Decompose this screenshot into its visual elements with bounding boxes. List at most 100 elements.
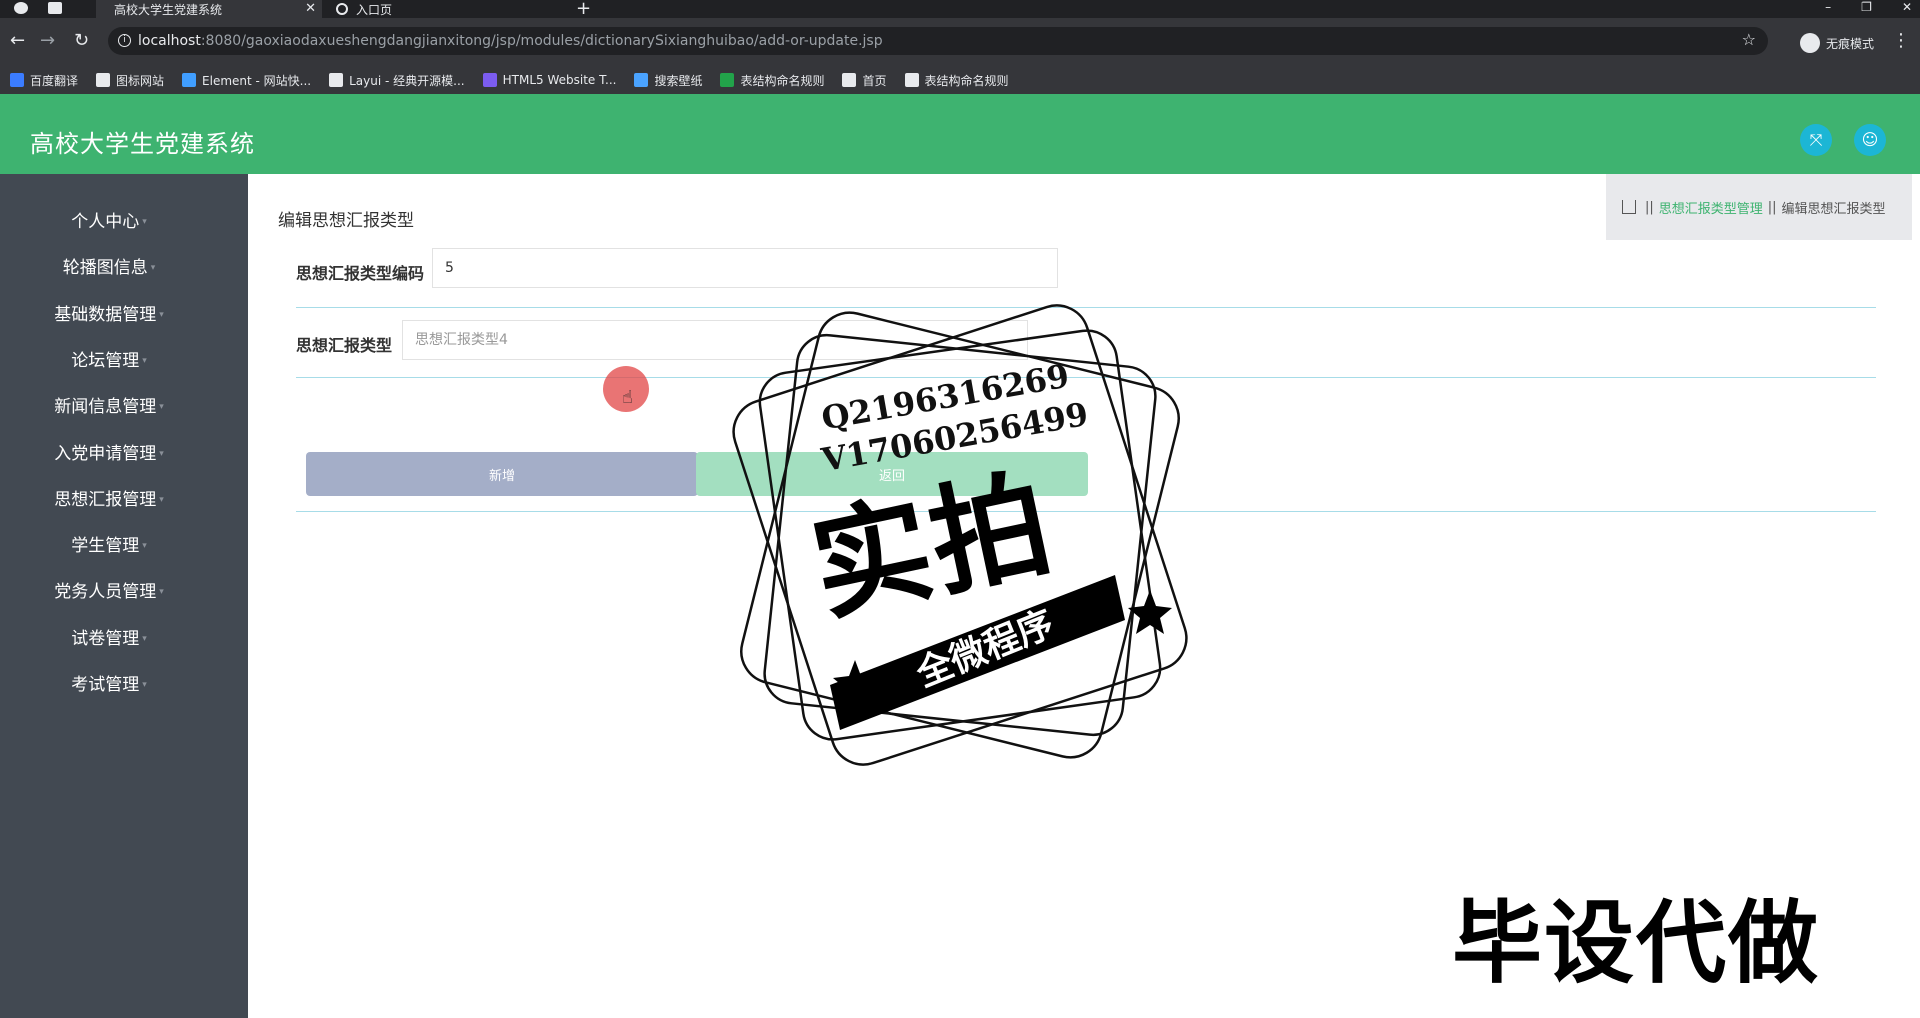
sidebar-item-label: 学生管理	[71, 536, 140, 557]
forward-arrow-icon[interactable]: →	[40, 30, 55, 51]
sidebar-item[interactable]: 论坛管理 ▾	[0, 341, 218, 381]
restore-icon[interactable]: ❐	[1861, 0, 1872, 14]
bookmark-favicon-icon	[10, 73, 24, 87]
bookmark-label: 百度翻译	[30, 73, 79, 88]
bookmark-favicon-icon	[720, 73, 735, 87]
bookmark-favicon-icon	[96, 73, 111, 87]
chevron-down-icon: ▾	[159, 587, 164, 598]
bookmark-item[interactable]: 搜索壁纸	[634, 72, 702, 89]
bookmark-favicon-icon	[634, 73, 649, 87]
bookmark-item[interactable]: 首页	[842, 72, 887, 89]
bookmark-favicon-icon	[182, 73, 197, 87]
type-label: 思想汇报类型	[296, 336, 393, 355]
bookmark-item[interactable]: 表结构命名规则	[720, 72, 824, 89]
bookmark-item[interactable]: HTML5 Website T...	[482, 73, 617, 87]
breadcrumb: || 思想汇报类型管理 || 编辑思想汇报类型	[1606, 174, 1912, 240]
tab-title: 入口页	[356, 2, 393, 17]
user-icon[interactable]: ☺	[1854, 124, 1886, 156]
close-tab-icon[interactable]: ✕	[305, 1, 316, 16]
chevron-down-icon: ▾	[142, 541, 147, 552]
bookmark-item[interactable]: 百度翻译	[10, 72, 78, 89]
add-button[interactable]: 新增	[306, 452, 698, 496]
browser-toolbar: ← → ↻ i localhost :8080/gaoxiaodaxueshen…	[0, 18, 1920, 66]
bookmark-favicon-icon	[842, 73, 857, 87]
sidebar-item-label: 个人中心	[71, 212, 140, 232]
bookmark-item[interactable]: Layui - 经典开源模...	[329, 72, 465, 89]
sidebar: 个人中心 ▾ 轮播图信息 ▾ 基础数据管理 ▾ 论坛管理 ▾ 新闻信息管理 ▾ 入党申请管理 ▾ 思想汇…	[0, 174, 248, 1018]
bookmark-item[interactable]: 表结构命名规则	[904, 72, 1009, 89]
bookmark-label: 图标网站	[116, 73, 165, 88]
home-icon[interactable]	[1622, 200, 1636, 214]
page-title: 编辑思想汇报类型	[278, 211, 414, 231]
sidebar-item-label: 考试管理	[71, 675, 140, 695]
chevron-down-icon: ▾	[159, 494, 164, 505]
app-title: 高校大学生党建系统	[30, 130, 255, 158]
reload-icon[interactable]: ↻	[74, 30, 89, 51]
info-icon[interactable]: i	[118, 34, 131, 47]
minimize-icon[interactable]: –	[1825, 0, 1831, 14]
back-arrow-icon[interactable]: ←	[10, 30, 25, 51]
sidebar-item-label: 论坛管理	[71, 350, 140, 371]
chevron-down-icon: ▾	[159, 402, 164, 413]
bookmark-favicon-icon	[329, 73, 344, 87]
bookmark-star-icon[interactable]: ☆	[1742, 30, 1756, 49]
sidebar-item-label: 入党申请管理	[54, 443, 157, 464]
sidebar-item[interactable]: 党务人员管理 ▾	[0, 572, 218, 612]
sidebar-item-label: 党务人员管理	[54, 582, 157, 603]
chevron-down-icon: ▾	[159, 448, 164, 459]
url-host: localhost	[138, 33, 201, 49]
chevron-down-icon: ▾	[159, 309, 164, 320]
sidebar-item[interactable]: 新闻信息管理 ▾	[0, 387, 218, 427]
sidebar-item[interactable]: 学生管理 ▾	[0, 526, 218, 566]
url-path: :8080/gaoxiaodaxueshengdangjianxitong/js…	[200, 33, 883, 49]
bookmark-label: 表结构命名规则	[740, 73, 825, 88]
new-tab-button[interactable]: +	[576, 0, 591, 19]
bookmark-item[interactable]: Element - 网站快...	[182, 72, 311, 89]
browser-tab-active[interactable]: 高校大学生党建系统 ✕	[96, 0, 322, 18]
code-label: 思想汇报类型编码	[296, 264, 425, 283]
bookmark-label: Element - 网站快...	[202, 73, 312, 88]
hand-cursor-icon: ☝	[622, 387, 633, 408]
close-window-icon[interactable]: ✕	[1902, 0, 1912, 14]
watermark-bottom-text: 毕设代做	[1452, 891, 1820, 996]
breadcrumb-current: 编辑思想汇报类型	[1781, 201, 1886, 217]
sidebar-item[interactable]: 轮播图信息 ▾	[0, 248, 218, 288]
sidebar-item-label: 轮播图信息	[62, 258, 148, 279]
bookmark-favicon-icon	[904, 73, 919, 87]
address-bar[interactable]: i localhost :8080/gaoxiaodaxueshengdangj…	[108, 27, 1768, 55]
chevron-down-icon: ▾	[142, 633, 147, 644]
window-controls: – ❐ ✕	[1825, 0, 1912, 14]
browser-tab-bar: 高校大学生党建系统 ✕ 入口页 + – ❐ ✕	[0, 0, 1920, 19]
bookmark-label: HTML5 Website T...	[502, 73, 617, 87]
breadcrumb-link[interactable]: 思想汇报类型管理	[1659, 198, 1763, 217]
globe-icon	[336, 3, 348, 15]
sidebar-item[interactable]: 入党申请管理 ▾	[0, 434, 218, 474]
sidebar-item[interactable]: 试卷管理 ▾	[0, 619, 218, 659]
fullscreen-icon[interactable]: ⤧	[1800, 124, 1832, 156]
bookmarks-bar: 百度翻译 图标网站 Element - 网站快... Layui - 经典开源模...…	[0, 66, 1920, 94]
bookmark-label: 表结构命名规则	[924, 73, 1009, 88]
bookmark-item[interactable]: 图标网站	[96, 72, 164, 89]
incognito-label: 无痕模式	[1826, 36, 1875, 51]
sidebar-item[interactable]: 思想汇报管理 ▾	[0, 480, 218, 520]
bookmark-favicon-icon	[482, 73, 497, 87]
bookmark-label: 首页	[862, 73, 887, 88]
chevron-down-icon: ▾	[142, 217, 147, 227]
sidebar-item-label: 新闻信息管理	[54, 397, 157, 418]
app-header: 高校大学生党建系统 ⤧ ☺	[0, 94, 1920, 174]
sidebar-item-label: 试卷管理	[71, 628, 140, 649]
chevron-down-icon: ▾	[150, 263, 156, 274]
tab-title: 高校大学生党建系统	[114, 2, 223, 17]
chevron-down-icon: ▾	[142, 680, 147, 690]
sidebar-item-label: 思想汇报管理	[54, 489, 157, 510]
incognito-indicator[interactable]: 无痕模式	[1800, 33, 1874, 53]
sidebar-item[interactable]: 个人中心 ▾	[0, 202, 218, 242]
code-input[interactable]	[432, 248, 1058, 288]
browser-tab[interactable]: 入口页	[332, 0, 512, 18]
sidebar-item[interactable]: 基础数据管理 ▾	[0, 295, 218, 335]
bookmark-label: Layui - 经典开源模...	[349, 73, 465, 88]
browser-menu-icon[interactable]: ⋮	[1892, 30, 1910, 51]
incognito-icon	[1800, 33, 1820, 53]
sidebar-item[interactable]: 考试管理 ▾	[0, 665, 218, 705]
chevron-down-icon: ▾	[142, 355, 147, 366]
